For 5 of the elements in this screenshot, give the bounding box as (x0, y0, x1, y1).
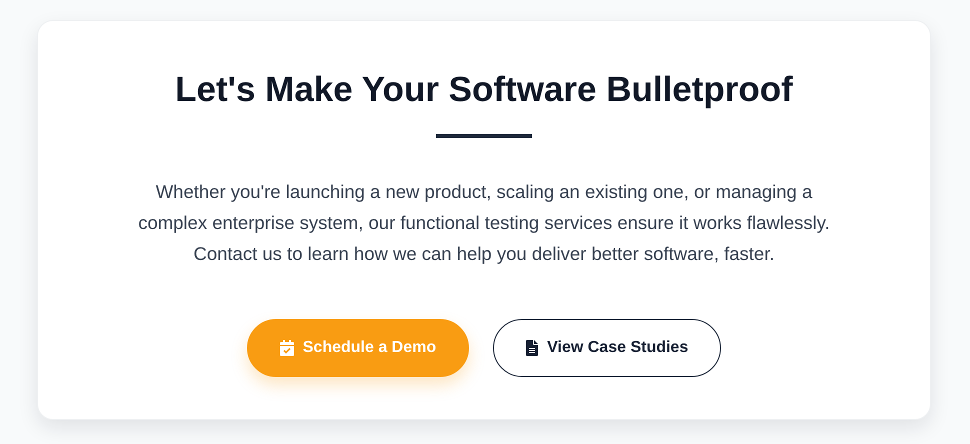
calendar-icon (280, 340, 294, 356)
case-studies-button[interactable]: View Case Studies (493, 319, 722, 377)
cta-title: Let's Make Your Software Bulletproof (175, 69, 793, 111)
document-icon (526, 340, 538, 356)
cta-description: Whether you're launching a new product, scaling an existing one, or managing a complex enterprise system, our functional testing services ensure it works flawlessly. Contact us to learn how we can help you deliver better software, faster. (137, 180, 831, 266)
